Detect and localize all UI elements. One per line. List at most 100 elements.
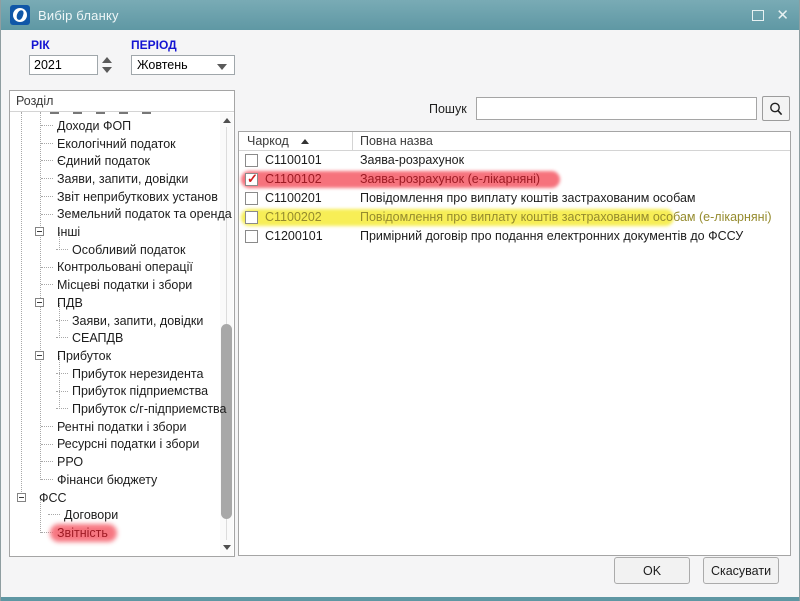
- tree-item-label[interactable]: ФСС: [39, 491, 67, 505]
- table-header-row: Чаркод Повна назва: [239, 132, 790, 151]
- search-icon: [768, 101, 784, 117]
- tree-item[interactable]: ФСС: [10, 489, 220, 507]
- row-code: С1100201: [265, 191, 322, 205]
- tree-item[interactable]: СЕАПДВ: [10, 329, 220, 347]
- row-code: С1100102: [265, 172, 322, 186]
- tree-item[interactable]: Звітність: [10, 524, 220, 542]
- tree-item-label[interactable]: Звітність: [57, 526, 108, 540]
- table-row[interactable]: ✓С1100102Заява-розрахунок (е-лікарняні): [239, 170, 790, 189]
- tree-item-label[interactable]: Прибуток: [57, 349, 111, 363]
- tree-item[interactable]: Звіт неприбуткових установ: [10, 188, 220, 206]
- tree-item-label[interactable]: Екологічний податок: [57, 137, 176, 151]
- tree-item-label[interactable]: Прибуток підприемства: [72, 384, 208, 398]
- restore-window-icon[interactable]: [752, 10, 764, 21]
- tree-item[interactable]: Інші: [10, 223, 220, 241]
- close-icon[interactable]: ✕: [776, 8, 789, 23]
- cancel-button[interactable]: Скасувати: [703, 557, 779, 584]
- search-input[interactable]: [476, 97, 757, 120]
- tree-item[interactable]: Місцеві податки і збори: [10, 276, 220, 294]
- tree-header: Розділ: [10, 91, 234, 112]
- scroll-down-icon[interactable]: [220, 540, 233, 554]
- year-spinner[interactable]: [102, 55, 114, 75]
- tree-scrollbar[interactable]: [220, 113, 233, 556]
- tree-item[interactable]: Ресурсні податки і збори: [10, 436, 220, 454]
- table-row[interactable]: С1100202Повідомлення про виплату коштів …: [239, 208, 790, 227]
- forms-table: Чаркод Повна назва С1100101Заява-розраху…: [238, 131, 791, 556]
- row-name: Повідомлення про виплату коштів застрахо…: [360, 210, 772, 224]
- tree-item-label[interactable]: Особливий податок: [72, 243, 185, 257]
- tree-list: Доходи ФОП Екологічний податок Єдиний пода…: [10, 112, 234, 555]
- section-tree-panel: Розділ Доходи ФОП Екологічний податок Єдин…: [9, 90, 235, 557]
- tree-item[interactable]: Прибуток нерезидента: [10, 365, 220, 383]
- tree-item-label[interactable]: Доходи ФОП: [57, 119, 131, 133]
- sort-asc-icon: [301, 139, 309, 144]
- tree-item[interactable]: ПДВ: [10, 294, 220, 312]
- tree-item[interactable]: Фінанси бюджету: [10, 471, 220, 489]
- scroll-up-icon[interactable]: [220, 113, 233, 127]
- scrollbar-thumb[interactable]: [221, 324, 232, 519]
- row-code: С1100101: [265, 153, 322, 167]
- table-row[interactable]: С1200101Примірний договір про подання ел…: [239, 227, 790, 246]
- period-dropdown[interactable]: Жовтень: [131, 55, 235, 75]
- form-select-dialog: Вибір бланку ✕ РІК ПЕРІОД Жовтень Розділ…: [0, 0, 800, 601]
- column-header-name[interactable]: Повна назва: [360, 134, 433, 148]
- tree-item[interactable]: Заяви, запити, довідки: [10, 312, 220, 330]
- tree-item[interactable]: Доходи ФОП: [10, 117, 220, 135]
- ok-button[interactable]: OK: [614, 557, 690, 584]
- tree-item[interactable]: Земельний податок та оренда: [10, 206, 220, 224]
- tree-item-label[interactable]: СЕАПДВ: [72, 331, 123, 345]
- spinner-up-icon[interactable]: [102, 57, 112, 63]
- app-logo-icon: [10, 5, 30, 25]
- period-label: ПЕРІОД: [131, 38, 177, 52]
- red-check-icon: ✓: [247, 171, 258, 187]
- tree-item-label[interactable]: Договори: [64, 508, 118, 522]
- search-button[interactable]: [762, 96, 790, 121]
- year-label: РІК: [31, 38, 50, 52]
- tree-item[interactable]: Прибуток: [10, 347, 220, 365]
- search-label: Пошук: [429, 102, 467, 116]
- checkbox-unchecked[interactable]: [245, 211, 258, 224]
- tree-item-label[interactable]: Прибуток с/г-підприемства: [72, 402, 227, 416]
- chevron-down-icon: [217, 64, 227, 70]
- collapse-minus-icon[interactable]: [17, 493, 26, 502]
- tree-item[interactable]: Заяви, запити, довідки: [10, 170, 220, 188]
- tree-item[interactable]: РРО: [10, 453, 220, 471]
- tree-item-label[interactable]: Заяви, запити, довідки: [57, 172, 188, 186]
- tree-item-label[interactable]: Місцеві податки і збори: [57, 278, 192, 292]
- collapse-minus-icon[interactable]: [35, 227, 44, 236]
- tree-item-label[interactable]: Ресурсні податки і збори: [57, 437, 199, 451]
- column-header-code[interactable]: Чаркод: [247, 134, 289, 148]
- tree-item-label[interactable]: Заяви, запити, довідки: [72, 314, 203, 328]
- year-input[interactable]: [29, 55, 98, 75]
- tree-item-label[interactable]: Рентні податки і збори: [57, 420, 186, 434]
- checkbox-unchecked[interactable]: [245, 154, 258, 167]
- tree-item[interactable]: Рентні податки і збори: [10, 418, 220, 436]
- tree-item-label[interactable]: Прибуток нерезидента: [72, 367, 203, 381]
- row-code: С1200101: [265, 229, 323, 243]
- tree-item[interactable]: Екологічний податок: [10, 135, 220, 153]
- tree-item-label[interactable]: Інші: [57, 225, 80, 239]
- clipped-tree-item: [50, 112, 210, 115]
- table-row[interactable]: С1100201Повідомлення про виплату коштів …: [239, 189, 790, 208]
- checkbox-checked[interactable]: ✓: [245, 173, 258, 186]
- tree-item[interactable]: Єдиний податок: [10, 152, 220, 170]
- tree-item[interactable]: Прибуток підприемства: [10, 383, 220, 401]
- spinner-down-icon[interactable]: [102, 67, 112, 73]
- tree-item-label[interactable]: Контрольовані операції: [57, 260, 193, 274]
- tree-item[interactable]: Договори: [10, 506, 220, 524]
- checkbox-unchecked[interactable]: [245, 192, 258, 205]
- table-row[interactable]: С1100101Заява-розрахунок: [239, 151, 790, 170]
- tree-item-label[interactable]: Єдиний податок: [57, 154, 150, 168]
- tree-item-label[interactable]: ПДВ: [57, 296, 83, 310]
- collapse-minus-icon[interactable]: [35, 298, 44, 307]
- tree-item-label[interactable]: Фінанси бюджету: [57, 473, 157, 487]
- tree-item[interactable]: Особливий податок: [10, 241, 220, 259]
- tree-item-label[interactable]: Земельний податок та оренда: [57, 207, 232, 221]
- tree-item[interactable]: Прибуток с/г-підприемства: [10, 400, 220, 418]
- tree-item-label[interactable]: Звіт неприбуткових установ: [57, 190, 218, 204]
- tree-item-label[interactable]: РРО: [57, 455, 83, 469]
- collapse-minus-icon[interactable]: [35, 351, 44, 360]
- checkbox-unchecked[interactable]: [245, 230, 258, 243]
- titlebar[interactable]: Вибір бланку ✕: [1, 0, 799, 30]
- tree-item[interactable]: Контрольовані операції: [10, 259, 220, 277]
